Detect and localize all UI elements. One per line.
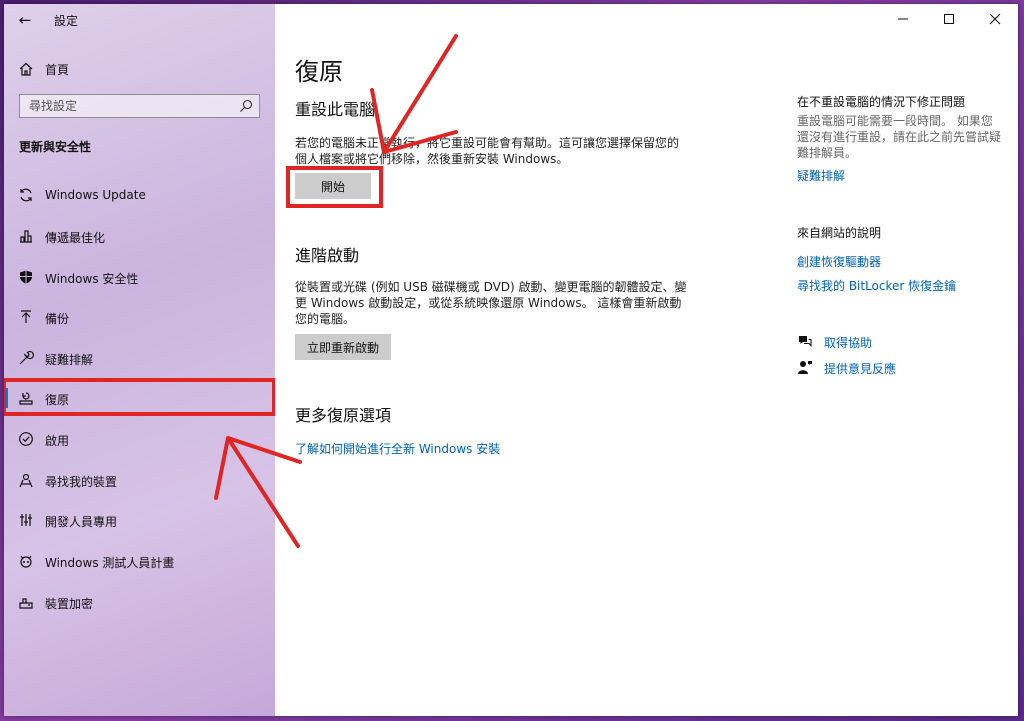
app-title: 設定 <box>54 14 79 28</box>
sidebar-item-label: 復原 <box>45 393 70 407</box>
shield-icon <box>20 270 32 284</box>
feedback-link: 提供意見反應 <box>824 362 897 376</box>
sidebar-item-label: 備份 <box>45 312 70 326</box>
web-help-title: 來自網站的說明 <box>797 226 882 240</box>
close-icon <box>989 13 1001 25</box>
back-arrow-icon: ← <box>18 11 32 29</box>
maximize-button[interactable] <box>926 4 972 34</box>
reset-pc-description-line1: 若您的電腦未正常執行，將它重設可能會有幫助。這可讓您選擇保留您的 <box>295 136 680 150</box>
sidebar-item-device-encryption[interactable]: 裝置加密 <box>4 583 275 621</box>
sidebar-header: ← 設定 <box>4 4 275 36</box>
search-box <box>19 94 260 118</box>
sidebar-item-windows-security[interactable]: Windows 安全性 <box>4 258 275 296</box>
backup-arrow-icon <box>21 310 31 323</box>
sidebar-item-activation[interactable]: 啟用 <box>4 420 275 458</box>
close-button[interactable] <box>972 4 1018 34</box>
sidebar: ← 設定 首頁 更新與安全性 Windows Update <box>4 4 276 716</box>
sidebar-item-label: Windows Update <box>45 188 146 202</box>
page-title: 復原 <box>295 58 343 86</box>
search-icon[interactable] <box>239 99 253 113</box>
sidebar-item-troubleshoot[interactable]: 疑難排解 <box>4 339 275 377</box>
sidebar-item-delivery-optimization[interactable]: 傳遞最佳化 <box>4 217 275 255</box>
advanced-startup-heading: 進階啟動 <box>295 246 360 265</box>
fix-problems-text-line2: 還沒有進行重設，請在此之前先嘗試疑 <box>797 130 1002 144</box>
recovery-icon <box>19 392 33 405</box>
sidebar-item-label: 尋找我的裝置 <box>45 475 118 489</box>
sidebar-item-label: 啟用 <box>45 434 70 448</box>
window-controls <box>880 4 1018 34</box>
sidebar-item-label: 傳遞最佳化 <box>45 231 106 245</box>
feedback-person-icon <box>798 361 812 374</box>
sidebar-item-label: 開發人員專用 <box>45 515 118 529</box>
minimize-icon <box>898 18 908 20</box>
advanced-startup-description-line1: 從裝置或光碟 (例如 USB 磁碟機或 DVD) 啟動、變更電腦的韌體設定、變 <box>295 280 687 294</box>
insider-icon <box>20 555 32 568</box>
wrench-icon <box>19 350 34 365</box>
more-recovery-options-heading: 更多復原選項 <box>295 406 392 425</box>
fix-problems-title: 在不重設電腦的情況下修正問題 <box>797 95 966 109</box>
troubleshoot-link[interactable]: 疑難排解 <box>797 167 845 184</box>
main-content: 復原 重設此電腦 若您的電腦未正常執行，將它重設可能會有幫助。這可讓您選擇保留您… <box>275 4 1018 716</box>
maximize-icon <box>944 14 954 24</box>
sidebar-item-backup[interactable]: 備份 <box>4 298 275 336</box>
active-indicator <box>4 388 8 408</box>
sidebar-item-label: 疑難排解 <box>45 353 94 367</box>
home-icon <box>19 62 33 76</box>
restart-now-button[interactable]: 立即重新啟動 <box>295 334 392 360</box>
delivery-optimization-icon <box>20 230 32 243</box>
back-button[interactable]: ← <box>14 10 36 30</box>
sidebar-item-label: Windows 測試人員計畫 <box>45 556 175 570</box>
fresh-install-link[interactable]: 了解如何開始進行全新 Windows 安裝 <box>295 440 500 457</box>
get-help-link: 取得協助 <box>824 336 873 350</box>
advanced-startup-description-line3: 您的電腦。 <box>295 312 356 326</box>
advanced-startup-description-line2: 更 Windows 啟動設定，或從系統映像還原 Windows。 這樣會重新啟動 <box>295 296 682 310</box>
sidebar-item-developers[interactable]: 開發人員專用 <box>4 501 275 539</box>
create-recovery-drive-link[interactable]: 創建恢復驅動器 <box>797 253 881 270</box>
find-bitlocker-key-link[interactable]: 尋找我的 BitLocker 恢復金鑰 <box>797 277 956 294</box>
sidebar-item-recovery[interactable]: 復原 <box>4 379 275 417</box>
sidebar-item-label: Windows 安全性 <box>45 272 139 286</box>
sidebar-item-insider[interactable]: Windows 測試人員計畫 <box>4 542 275 580</box>
sidebar-item-home[interactable]: 首頁 <box>4 56 275 82</box>
sidebar-item-windows-update[interactable]: Windows Update <box>4 176 275 214</box>
encryption-icon <box>19 598 33 609</box>
get-started-button[interactable]: 開始 <box>295 173 371 199</box>
fix-problems-text-line3: 難排解員。 <box>797 146 858 160</box>
settings-window: ← 設定 首頁 更新與安全性 Windows Update <box>4 4 1018 716</box>
sync-icon <box>20 188 32 202</box>
developer-icon <box>20 514 32 526</box>
minimize-button[interactable] <box>880 4 926 34</box>
reset-pc-heading: 重設此電腦 <box>295 100 376 119</box>
sidebar-item-find-my-device[interactable]: 尋找我的裝置 <box>4 461 275 499</box>
fix-problems-text-line1: 重設電腦可能需要一段時間。 如果您 <box>797 114 993 128</box>
search-input[interactable] <box>20 95 239 117</box>
chat-help-icon <box>799 336 812 347</box>
sidebar-item-label: 首頁 <box>45 63 70 77</box>
section-title: 更新與安全性 <box>19 140 92 154</box>
sidebar-item-label: 裝置加密 <box>45 597 94 611</box>
reset-pc-description-line2: 個人檔案或將它們移除，然後重新安裝 Windows。 <box>295 152 569 166</box>
find-device-icon <box>19 473 33 488</box>
check-circle-icon <box>19 432 33 446</box>
